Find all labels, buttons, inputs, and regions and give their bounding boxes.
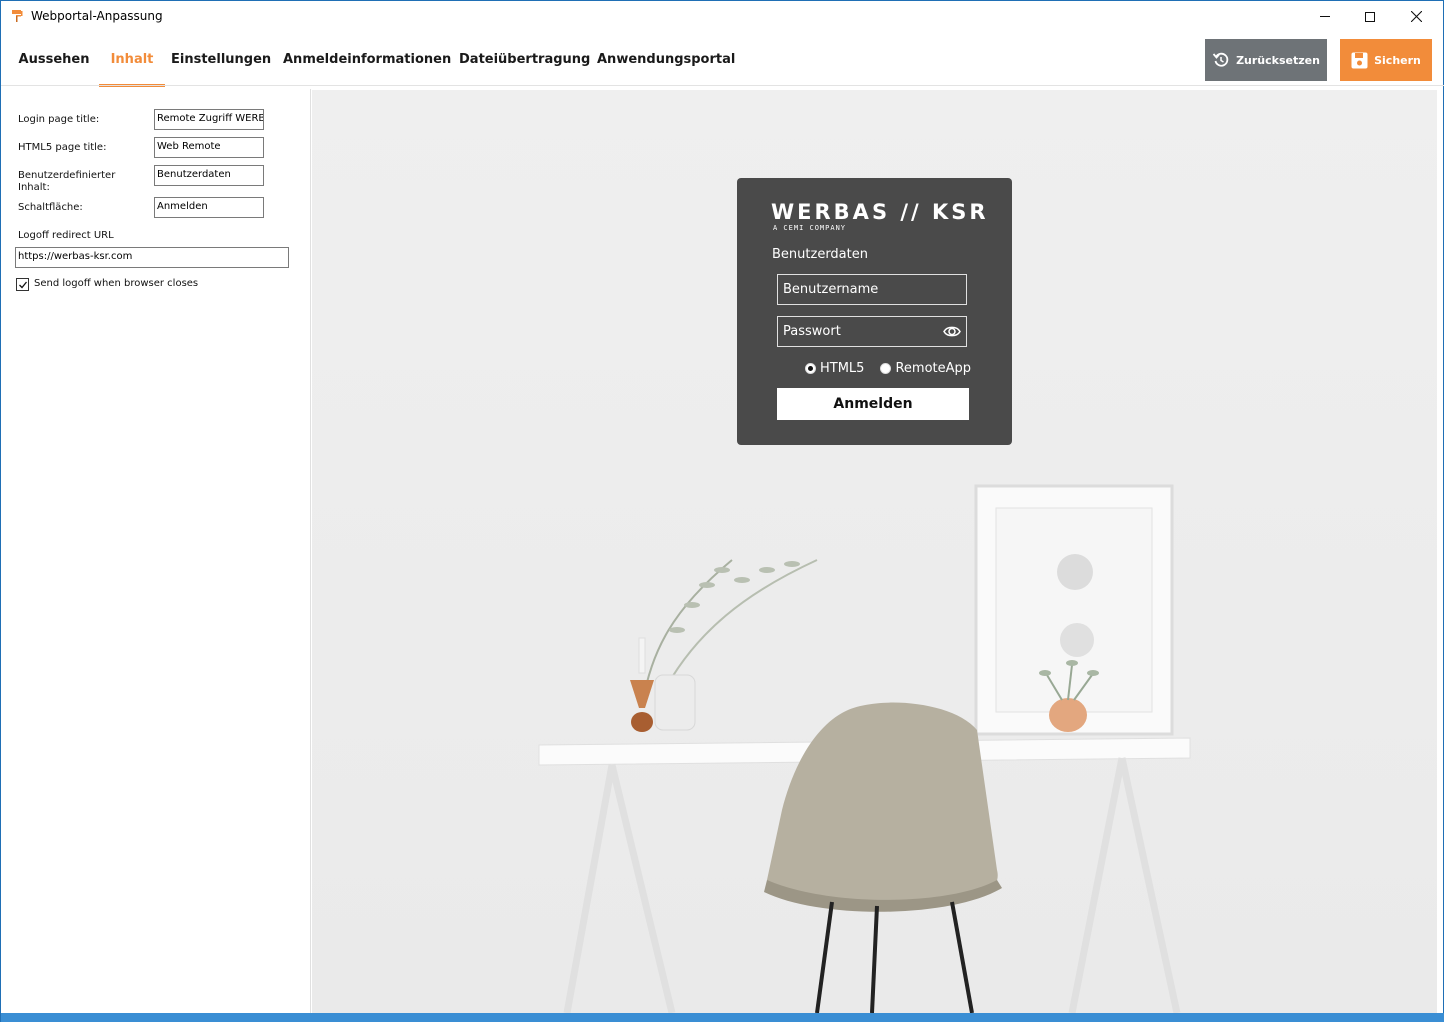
send-logoff-label: Send logoff when browser closes <box>34 278 199 289</box>
maximize-button[interactable] <box>1347 1 1393 32</box>
company-logo: WERBAS // KSR <box>771 200 989 224</box>
tab-divider <box>1 85 1444 86</box>
login-page-preview: WERBAS // KSR A CEMI COMPANY Benutzerdat… <box>312 90 1437 1013</box>
remoteapp-radio[interactable] <box>880 362 892 374</box>
window-title: Webportal-Anpassung <box>31 9 163 23</box>
mode-radio-group: HTML5 RemoteApp <box>805 360 971 376</box>
password-placeholder: Passwort <box>783 324 841 339</box>
tab-dateiuebertragung[interactable]: Dateiübertragung <box>459 39 590 87</box>
tab-anmeldeinformationen[interactable]: Anmeldeinformationen <box>283 39 451 87</box>
reset-button[interactable]: Zurücksetzen <box>1205 39 1327 81</box>
custom-content-label: Benutzerdefinierter Inhalt: <box>18 170 116 193</box>
reset-icon <box>1212 52 1229 67</box>
tab-inhalt[interactable]: Inhalt <box>99 39 165 87</box>
html5-radio-label: HTML5 <box>820 360 865 376</box>
login-heading: Benutzerdaten <box>772 247 868 262</box>
logoff-url-label: Logoff redirect URL <box>18 230 114 241</box>
save-button-label: Sichern <box>1374 53 1421 67</box>
html5-title-label: HTML5 page title: <box>18 142 107 153</box>
maximize-icon <box>1365 11 1375 22</box>
login-box: WERBAS // KSR A CEMI COMPANY Benutzerdat… <box>737 178 1012 445</box>
login-title-label: Login page title: <box>18 114 100 125</box>
button-text-label: Schaltfläche: <box>18 202 83 213</box>
html5-radio[interactable] <box>805 362 816 374</box>
save-button[interactable]: Sichern <box>1340 39 1432 81</box>
app-window: Webportal-Anpassung Aussehen Inhalt Eins… <box>0 0 1444 1022</box>
password-input[interactable]: Passwort <box>777 316 967 347</box>
minimize-icon <box>1320 16 1330 17</box>
tab-einstellungen[interactable]: Einstellungen <box>171 39 271 87</box>
html5-title-input[interactable]: Web Remote <box>154 137 264 158</box>
tab-anwendungsportal[interactable]: Anwendungsportal <box>597 39 735 87</box>
paint-roller-icon <box>12 10 23 22</box>
remoteapp-radio-label: RemoteApp <box>895 360 972 376</box>
username-input[interactable]: Benutzername <box>777 274 967 305</box>
company-logo-tagline: A CEMI COMPANY <box>773 224 847 232</box>
title-bar: Webportal-Anpassung <box>1 1 1443 32</box>
tab-aussehen[interactable]: Aussehen <box>15 39 93 87</box>
settings-panel: Login page title: Remote Zugriff WERBAS … <box>2 89 311 1022</box>
minimize-button[interactable] <box>1302 1 1348 32</box>
reset-button-label: Zurücksetzen <box>1236 53 1320 67</box>
send-logoff-checkbox[interactable] <box>16 278 29 291</box>
custom-content-input[interactable]: Benutzerdaten <box>154 165 264 186</box>
eye-icon[interactable] <box>943 325 961 338</box>
logoff-url-input[interactable]: https://werbas-ksr.com <box>15 247 289 268</box>
floppy-disk-icon <box>1351 52 1368 68</box>
checkmark-icon <box>18 281 27 288</box>
close-button[interactable] <box>1393 1 1439 32</box>
close-icon <box>1410 11 1422 22</box>
login-title-input[interactable]: Remote Zugriff WERBAS <box>154 109 264 130</box>
login-button[interactable]: Anmelden <box>777 388 969 420</box>
button-text-input[interactable]: Anmelden <box>154 197 264 218</box>
taskbar-edge <box>1 1013 1444 1022</box>
